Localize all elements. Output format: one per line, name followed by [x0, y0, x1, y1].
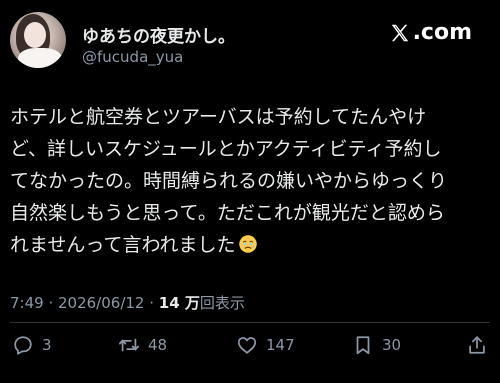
author-handle[interactable]: @fucuda_yua [82, 48, 183, 66]
post-time[interactable]: 7:49 [10, 294, 44, 312]
views-count: 14 万 [158, 294, 200, 312]
like-count: 147 [266, 336, 295, 354]
tweet-header: ゆあちの夜更かし。 @fucuda_yua .com [10, 8, 490, 72]
author-display-name[interactable]: ゆあちの夜更かし。 [82, 22, 235, 47]
repost-button[interactable]: 48 [118, 334, 167, 356]
bookmark-count: 30 [382, 336, 402, 354]
heart-icon [237, 337, 257, 354]
tweet-text-line: ホテルと航空券とツアーバスは予約してたんやけ [10, 106, 427, 128]
tweet-text: ホテルと航空券とツアーバスは予約してたんやけ ど、詳しいスケジュールとかアクティ… [10, 101, 490, 261]
repost-icon [118, 338, 140, 352]
reply-button[interactable]: 3 [12, 334, 52, 356]
avatar-face [24, 22, 46, 48]
bookmark-button[interactable]: 30 [352, 334, 401, 356]
reply-icon [14, 336, 32, 355]
tweet-text-line: てなかったの。時間縛られるの嫌いやからゆっくり [10, 170, 448, 192]
tweet-text-line-last: れませんって言われました [10, 229, 490, 261]
action-bar: 3 48 147 30 [10, 334, 490, 358]
tweet-meta: 7:49 · 2026/06/12 · 14 万回表示 [10, 292, 245, 313]
x-brand: .com [389, 20, 472, 45]
repost-count: 48 [148, 336, 168, 354]
bookmark-icon [356, 336, 370, 355]
avatar-shirt [18, 48, 62, 68]
avatar[interactable] [10, 12, 66, 68]
divider [10, 322, 490, 323]
x-logo-icon [391, 24, 408, 41]
like-button[interactable]: 147 [236, 334, 295, 356]
meta-separator: · [43, 294, 58, 312]
tweet-text-line: ど、詳しいスケジュールとかアクティビティ予約し [10, 138, 442, 160]
share-button[interactable] [466, 334, 488, 356]
share-icon [469, 336, 485, 354]
tweet-text-line: 自然楽しもうと思って。ただこれが観光だと認めら [10, 202, 445, 224]
views-label: 回表示 [199, 294, 245, 312]
meta-separator: · [144, 294, 159, 312]
brand-label: .com [412, 20, 472, 45]
tweet-text-line: れませんって言われました [10, 234, 236, 256]
face-holding-back-tears-icon [238, 235, 257, 253]
post-date[interactable]: 2026/06/12 [58, 294, 144, 312]
reply-count: 3 [42, 336, 52, 354]
